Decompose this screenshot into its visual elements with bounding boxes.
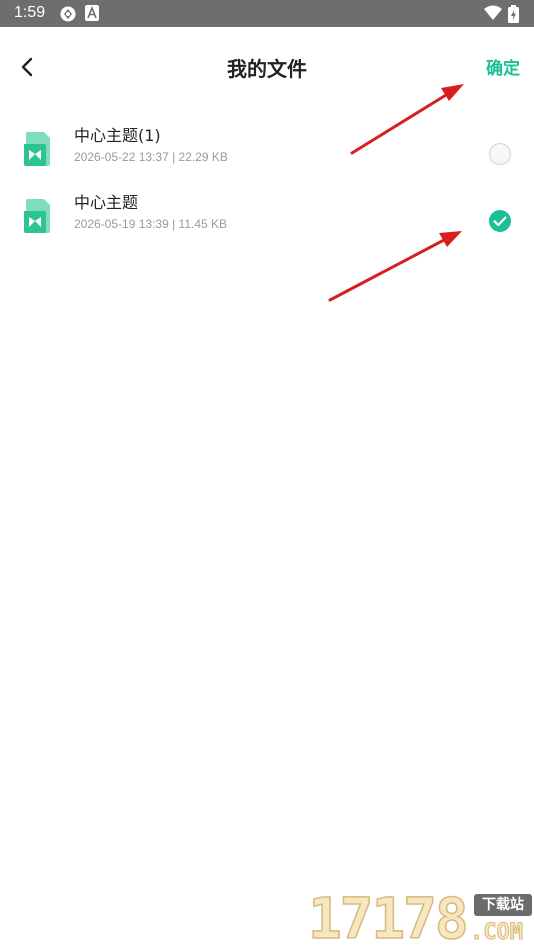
radio-checked[interactable] <box>488 209 512 233</box>
xmind-file-icon <box>22 199 52 233</box>
wifi-icon <box>484 5 502 25</box>
file-name: 中心主题 <box>74 193 139 212</box>
confirm-button[interactable]: 确定 <box>478 54 528 79</box>
page-title: 我的文件 <box>227 57 307 81</box>
title-bar: 我的文件 确定 <box>0 27 534 107</box>
file-item[interactable]: 中心主题 2026-05-19 13:39 | 11.45 KB <box>0 187 534 253</box>
status-time: 1:59 <box>14 4 46 21</box>
file-item[interactable]: 中心主题(1) 2026-05-22 13:37 | 22.29 KB <box>0 120 534 186</box>
sync-icon <box>59 5 77 27</box>
file-name: 中心主题(1) <box>74 126 161 145</box>
radio-unchecked[interactable] <box>488 142 512 166</box>
status-bar: 1:59 <box>0 0 534 27</box>
xmind-file-icon <box>22 132 52 166</box>
watermark-digits: 17178 <box>307 887 469 952</box>
watermark-logo: 17178 下载站 .COM <box>307 886 534 952</box>
battery-charging-icon <box>508 5 519 27</box>
watermark-suffix: .COM <box>470 920 524 946</box>
watermark-badge: 下载站 <box>474 894 532 916</box>
file-meta: 2026-05-22 13:37 | 22.29 KB <box>74 150 228 164</box>
file-meta: 2026-05-19 13:39 | 11.45 KB <box>74 217 228 231</box>
keyboard-a-icon <box>85 5 99 25</box>
radio-off-icon <box>488 142 512 166</box>
checkmark-circle-icon <box>489 210 511 232</box>
